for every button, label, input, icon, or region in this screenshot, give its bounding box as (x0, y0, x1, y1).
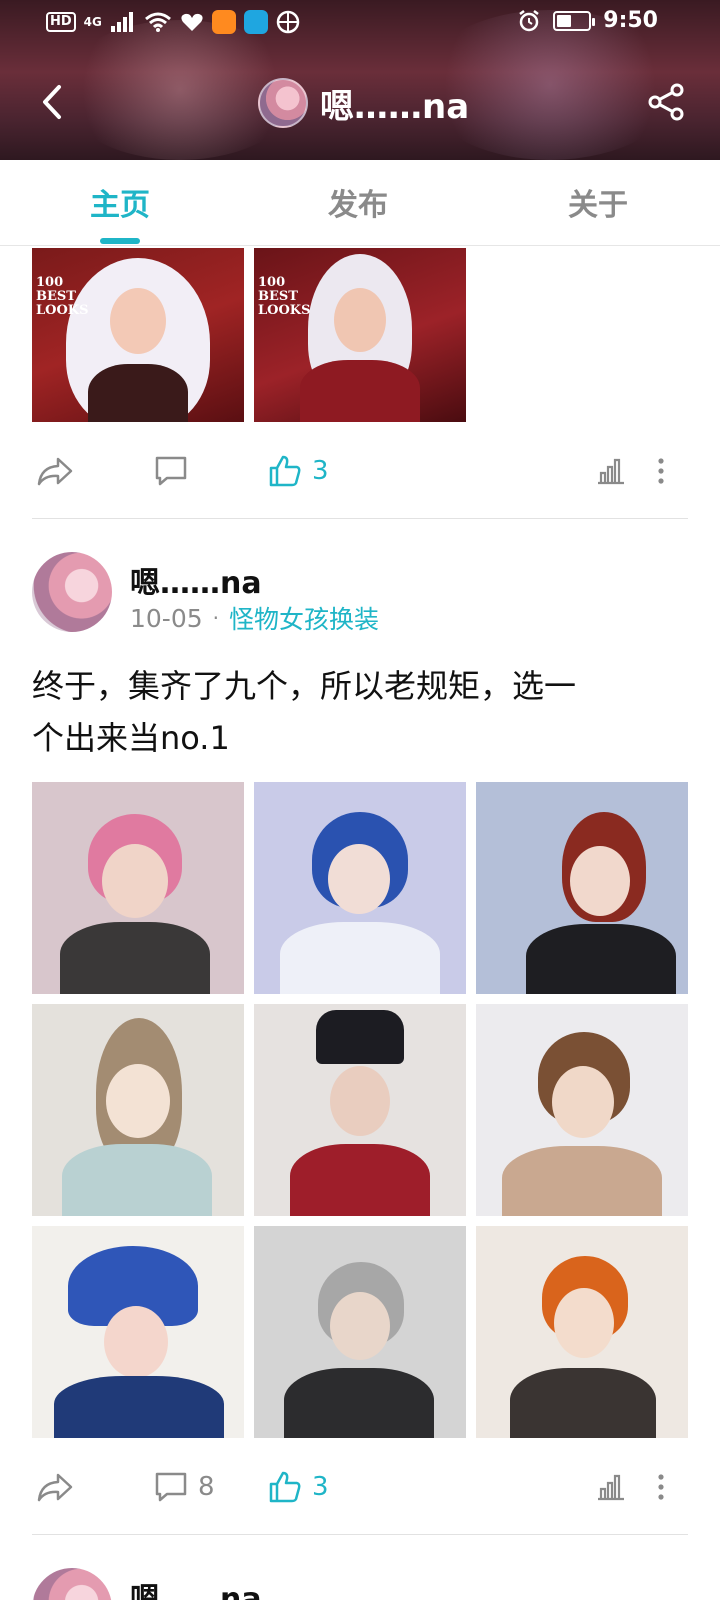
share-button[interactable] (642, 78, 690, 126)
stats-icon (598, 458, 624, 485)
post-text-line: 终于，集齐了九个，所以老规矩，选一 (32, 667, 577, 705)
post-image[interactable]: 100 BEST LOOKS (254, 248, 466, 422)
post-image[interactable] (254, 1004, 466, 1216)
post-image[interactable] (254, 1226, 466, 1438)
health-icon (181, 13, 203, 32)
back-button[interactable] (28, 78, 76, 126)
profile-title: 嗯……na (258, 78, 469, 128)
comment-icon (155, 456, 187, 486)
forward-icon (37, 1473, 73, 1502)
alarm-icon (519, 9, 540, 31)
more-vertical-icon (658, 1474, 664, 1500)
thumbs-up-icon (269, 455, 301, 487)
tab-bar: 主页 发布 关于 (0, 160, 720, 246)
image-caption: 100 BEST LOOKS (36, 275, 89, 318)
share-post-button[interactable] (36, 446, 74, 496)
stats-icon (598, 1474, 624, 1501)
post-divider (32, 518, 688, 519)
post-topic-link[interactable]: 怪物女孩换装 (229, 600, 379, 636)
post-image[interactable] (476, 1004, 688, 1216)
thumbs-up-icon (269, 1471, 301, 1503)
like-button[interactable]: 3 (268, 446, 329, 496)
post-text: 终于，集齐了九个，所以老规矩，选一 个出来当no.1 (32, 660, 682, 764)
battery-icon (553, 10, 596, 31)
comment-button[interactable] (154, 446, 188, 496)
post-author[interactable]: 嗯……na (130, 1574, 262, 1600)
post-meta: 10-05 · 怪物女孩换装 (130, 600, 379, 636)
post-image[interactable]: 100 BEST LOOKS (32, 248, 244, 422)
reader-app-icon (243, 10, 268, 34)
wifi-icon (144, 12, 171, 32)
like-count: 3 (312, 456, 329, 486)
tab-indicator (100, 238, 140, 244)
post-author[interactable]: 嗯……na (130, 558, 262, 602)
share-icon (648, 83, 684, 121)
post-text-line: 个出来当no.1 (32, 719, 230, 757)
like-count: 3 (312, 1472, 329, 1502)
post-image[interactable] (476, 782, 688, 994)
video-app-icon (211, 10, 236, 34)
image-caption: 100 BEST LOOKS (258, 275, 311, 318)
more-button[interactable] (656, 446, 666, 496)
more-button[interactable] (656, 1462, 666, 1512)
network-label: 4G (83, 15, 102, 29)
avatar[interactable] (32, 552, 112, 632)
more-vertical-icon (658, 458, 664, 484)
avatar[interactable] (32, 1568, 112, 1600)
stats-button[interactable] (596, 446, 626, 496)
nav-bar: 嗯……na (0, 64, 720, 144)
profile-header: HD 4G 9:50 嗯……na (0, 0, 720, 160)
forward-icon (37, 457, 73, 486)
clock: 9:50 (603, 8, 658, 33)
hd-badge: HD (46, 12, 76, 32)
basketball-icon (276, 10, 300, 34)
post-image[interactable] (254, 782, 466, 994)
status-right: 9:50 (517, 8, 658, 33)
avatar[interactable] (258, 78, 308, 128)
tab-posts[interactable]: 发布 (328, 180, 388, 224)
status-left: HD 4G (46, 10, 300, 34)
comment-count: 8 (198, 1472, 215, 1502)
post-image[interactable] (32, 1004, 244, 1216)
share-post-button[interactable] (36, 1462, 74, 1512)
post-image[interactable] (32, 1226, 244, 1438)
like-button[interactable]: 3 (268, 1462, 329, 1512)
chevron-left-icon (43, 85, 61, 119)
meta-separator: · (212, 606, 220, 630)
post-image[interactable] (476, 1226, 688, 1438)
post-date: 10-05 (130, 603, 203, 633)
comment-button[interactable]: 8 (154, 1462, 215, 1512)
post-image[interactable] (32, 782, 244, 994)
comment-icon (155, 1472, 187, 1502)
status-bar: HD 4G 9:50 (0, 0, 720, 48)
tab-about[interactable]: 关于 (568, 180, 628, 224)
post-divider (32, 1534, 688, 1535)
post-actions: 8 3 (32, 1462, 688, 1512)
signal-icon (110, 12, 133, 32)
page-title: 嗯……na (320, 86, 470, 127)
post-actions: 3 (32, 446, 688, 496)
tab-home[interactable]: 主页 (90, 180, 150, 224)
stats-button[interactable] (596, 1462, 626, 1512)
